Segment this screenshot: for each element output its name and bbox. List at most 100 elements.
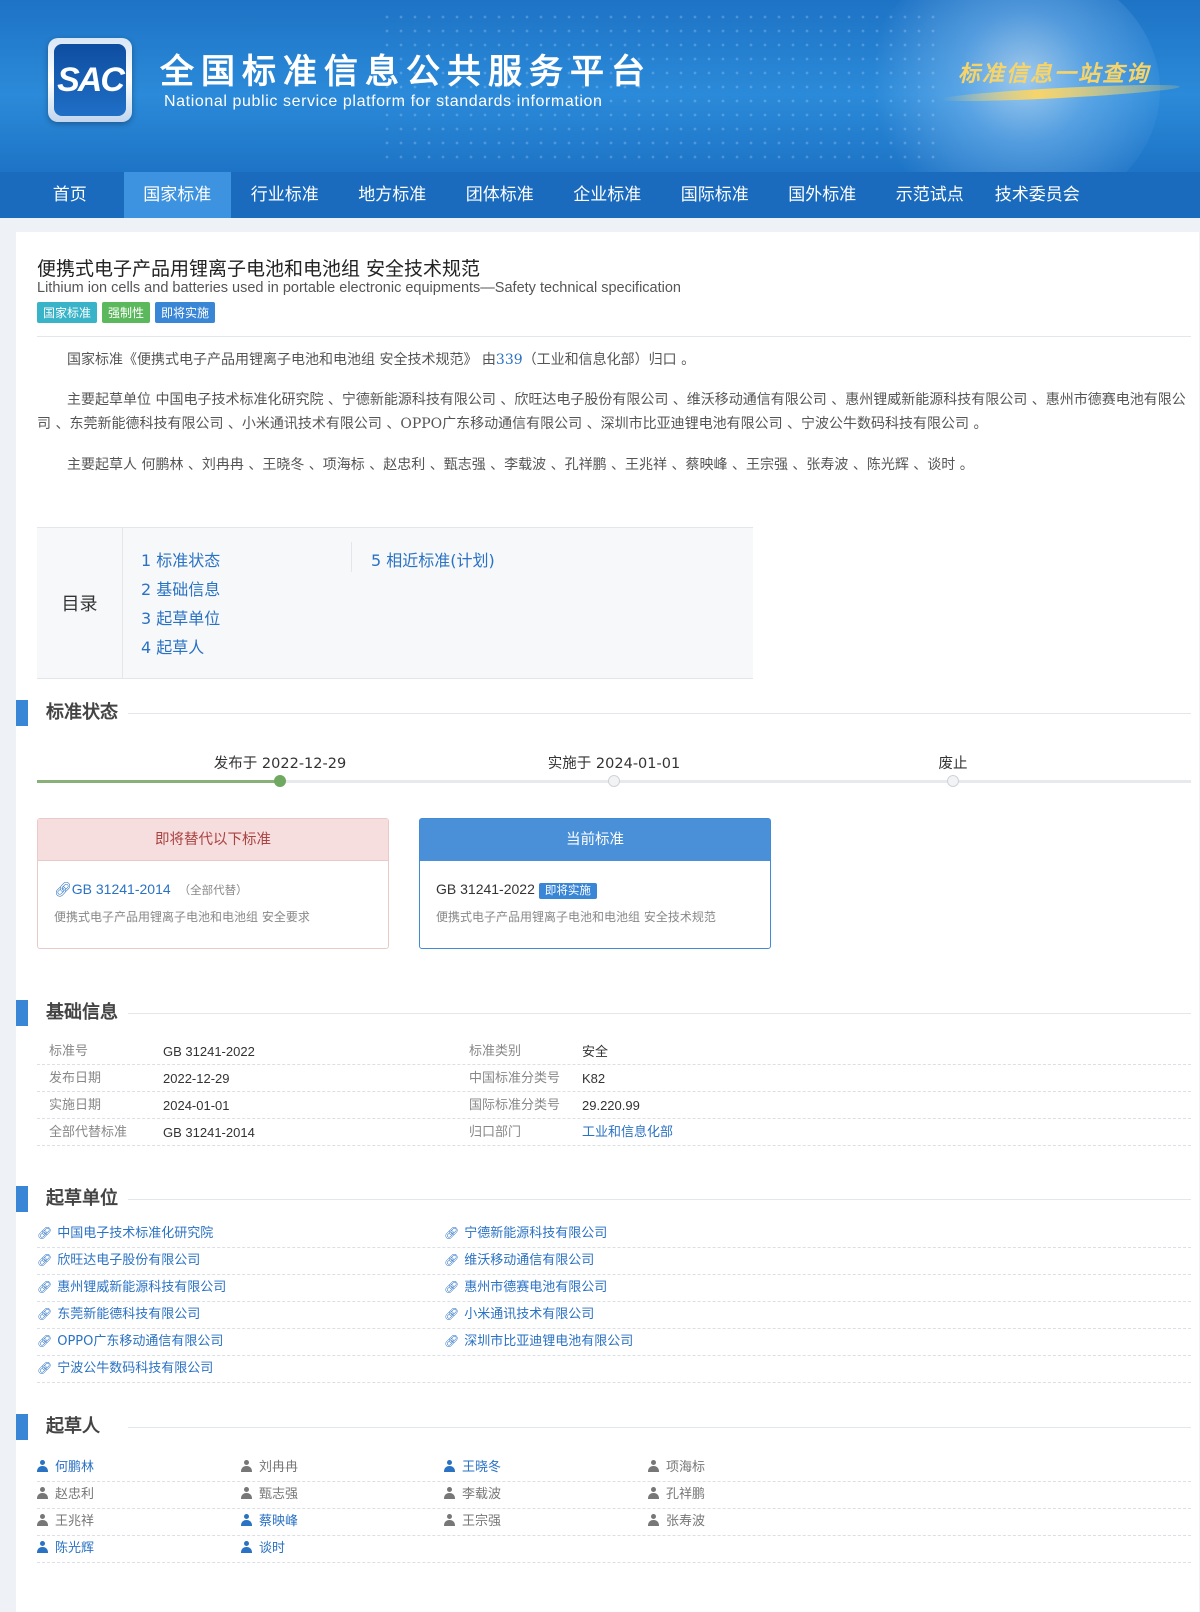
- unit-name[interactable]: 欣旺达电子股份有限公司: [57, 1253, 200, 1268]
- drafter: 孔祥鹏: [648, 1481, 705, 1508]
- committee-link[interactable]: 339: [496, 352, 523, 368]
- nav-local[interactable]: 地方标准: [339, 172, 447, 218]
- section-marker: [16, 1186, 28, 1212]
- unit-name[interactable]: 宁德新能源科技有限公司: [464, 1226, 607, 1241]
- unit-link[interactable]: 🔗︎ 宁波公牛数码科技有限公司: [37, 1355, 213, 1382]
- toc-separator: [351, 542, 352, 572]
- nav-international[interactable]: 国际标准: [661, 172, 769, 218]
- unit-link[interactable]: 🔗︎ 欣旺达电子股份有限公司: [37, 1247, 200, 1274]
- drafter-name[interactable]: 谈时: [259, 1541, 285, 1556]
- toc-item-status[interactable]: 1 标准状态: [141, 547, 220, 571]
- intro-paragraph-drafters: 主要起草人 何鹏林 、刘冉冉 、王晓冬 、项海标 、赵忠利 、甄志强 、李载波 …: [67, 457, 974, 473]
- replaced-standard-box: 即将替代以下标准 🔗︎GB 31241-2014 （全部代替） 便携式电子产品用锂…: [37, 818, 389, 949]
- unit-name[interactable]: 深圳市比亚迪锂电池有限公司: [464, 1334, 633, 1349]
- unit-name[interactable]: 维沃移动通信有限公司: [464, 1253, 594, 1268]
- drafter-link[interactable]: 谈时: [241, 1535, 285, 1562]
- section-units-header: 起草单位: [16, 1186, 1199, 1212]
- toc-item-basic[interactable]: 2 基础信息: [141, 576, 220, 600]
- section-marker: [16, 700, 28, 726]
- section-units-title: 起草单位: [46, 1188, 118, 1209]
- nav-enterprise[interactable]: 企业标准: [554, 172, 662, 218]
- info-key: 标准类别: [469, 1044, 522, 1059]
- drafter-link[interactable]: 蔡映峰: [241, 1508, 298, 1535]
- link-icon: 🔗︎: [444, 1226, 460, 1240]
- info-key: 发布日期: [49, 1071, 102, 1086]
- user-icon: [648, 1487, 659, 1499]
- toc-item-drafters[interactable]: 4 起草人: [141, 634, 204, 658]
- unit-name[interactable]: OPPO广东移动通信有限公司: [57, 1334, 223, 1349]
- link-icon: 🔗︎: [37, 1280, 53, 1294]
- toc-item-units[interactable]: 3 起草单位: [141, 605, 220, 629]
- unit-link[interactable]: 🔗︎ OPPO广东移动通信有限公司: [37, 1328, 223, 1355]
- nav-industry[interactable]: 行业标准: [231, 172, 339, 218]
- table-of-contents: 目录 1 标准状态 2 基础信息 3 起草单位 4 起草人 5 相近标准(计划): [37, 527, 753, 679]
- unit-link[interactable]: 🔗︎ 惠州锂威新能源科技有限公司: [37, 1274, 226, 1301]
- unit-link[interactable]: 🔗︎ 维沃移动通信有限公司: [444, 1247, 594, 1274]
- drafter-name[interactable]: 蔡映峰: [259, 1514, 298, 1529]
- unit-link[interactable]: 🔗︎ 中国电子技术标准化研究院: [37, 1220, 213, 1247]
- section-drafters-header: 起草人: [16, 1414, 1199, 1440]
- replaced-standard-code[interactable]: GB 31241-2014: [72, 881, 171, 897]
- user-icon: [444, 1514, 455, 1526]
- standard-title: 便携式电子产品用锂离子电池和电池组 安全技术规范: [37, 258, 481, 280]
- link-icon: 🔗︎: [444, 1253, 460, 1267]
- toc-item-similar[interactable]: 5 相近标准(计划): [371, 547, 495, 571]
- nav-group[interactable]: 团体标准: [446, 172, 554, 218]
- drafter: 项海标: [648, 1454, 705, 1481]
- info-key: 中国标准分类号: [469, 1071, 561, 1086]
- drafter-link[interactable]: 陈光辉: [37, 1535, 94, 1562]
- unit-link[interactable]: 🔗︎ 小米通讯技术有限公司: [444, 1301, 594, 1328]
- drafter-name[interactable]: 陈光辉: [55, 1541, 94, 1556]
- site-title: 全国标准信息公共服务平台: [160, 52, 652, 92]
- unit-name[interactable]: 东莞新能德科技有限公司: [57, 1307, 200, 1322]
- unit-link[interactable]: 🔗︎ 惠州市德赛电池有限公司: [444, 1274, 607, 1301]
- info-value: K82: [582, 1071, 606, 1086]
- unit-link[interactable]: 🔗︎ 东莞新能德科技有限公司: [37, 1301, 200, 1328]
- row-divider: [37, 1247, 1191, 1248]
- replaced-standard-link[interactable]: 🔗︎GB 31241-2014 （全部代替）: [54, 881, 248, 898]
- user-icon: [37, 1514, 48, 1526]
- section-status-title: 标准状态: [46, 702, 118, 723]
- user-icon: [444, 1487, 455, 1499]
- unit-link[interactable]: 🔗︎ 宁德新能源科技有限公司: [444, 1220, 607, 1247]
- drafter-link[interactable]: 何鹏林: [37, 1454, 94, 1481]
- section-rule: [128, 1427, 1191, 1428]
- info-key: 实施日期: [49, 1098, 102, 1113]
- info-value: 29.220.99: [582, 1098, 640, 1113]
- drafter: 王兆祥: [37, 1508, 94, 1535]
- intro-paragraph-units: 主要起草单位 中国电子技术标准化研究院 、宁德新能源科技有限公司 、欣旺达电子股…: [37, 392, 1186, 432]
- section-status-header: 标准状态: [16, 700, 1199, 726]
- nav-committee[interactable]: 技术委员会: [984, 172, 1092, 218]
- department-link[interactable]: 工业和信息化部: [582, 1119, 673, 1146]
- replaced-standard-desc: 便携式电子产品用锂离子电池和电池组 安全要求: [54, 910, 310, 924]
- unit-name[interactable]: 惠州锂威新能源科技有限公司: [57, 1280, 226, 1295]
- user-icon: [648, 1514, 659, 1526]
- unit-name[interactable]: 中国电子技术标准化研究院: [57, 1226, 213, 1241]
- nav-pilot[interactable]: 示范试点: [876, 172, 984, 218]
- timeline-published-label: 发布于 2022-12-29: [213, 756, 347, 772]
- section-marker: [16, 1414, 28, 1440]
- sac-logo[interactable]: SAC: [48, 38, 132, 122]
- drafter-name: 李载波: [462, 1487, 502, 1502]
- unit-name[interactable]: 小米通讯技术有限公司: [464, 1307, 594, 1322]
- nav-foreign[interactable]: 国外标准: [769, 172, 877, 218]
- badge-mandatory: 强制性: [102, 302, 151, 323]
- nav-national[interactable]: 国家标准: [123, 172, 231, 218]
- section-rule: [128, 713, 1191, 714]
- nav-home[interactable]: 首页: [16, 172, 124, 218]
- row-divider: [37, 1508, 1191, 1509]
- replaced-standard-header: 即将替代以下标准: [38, 819, 388, 861]
- drafter-name: 王兆祥: [55, 1514, 95, 1529]
- drafter-name[interactable]: 何鹏林: [55, 1460, 94, 1475]
- timeline-dot-abolished: [947, 775, 959, 787]
- drafter: 甄志强: [241, 1481, 298, 1508]
- drafter-link[interactable]: 王晓冬: [444, 1454, 501, 1481]
- intro-text-end: （工业和信息化部）归口 。: [522, 352, 696, 368]
- main-nav: 首页 国家标准 行业标准 地方标准 团体标准 企业标准 国际标准 国外标准 示范…: [0, 172, 1200, 218]
- unit-name[interactable]: 宁波公牛数码科技有限公司: [57, 1361, 213, 1376]
- badge-upcoming: 即将实施: [155, 302, 216, 323]
- drafter-name[interactable]: 王晓冬: [462, 1460, 501, 1475]
- unit-link[interactable]: 🔗︎ 深圳市比亚迪锂电池有限公司: [444, 1328, 633, 1355]
- unit-name[interactable]: 惠州市德赛电池有限公司: [464, 1280, 607, 1295]
- drafter: 赵忠利: [37, 1481, 94, 1508]
